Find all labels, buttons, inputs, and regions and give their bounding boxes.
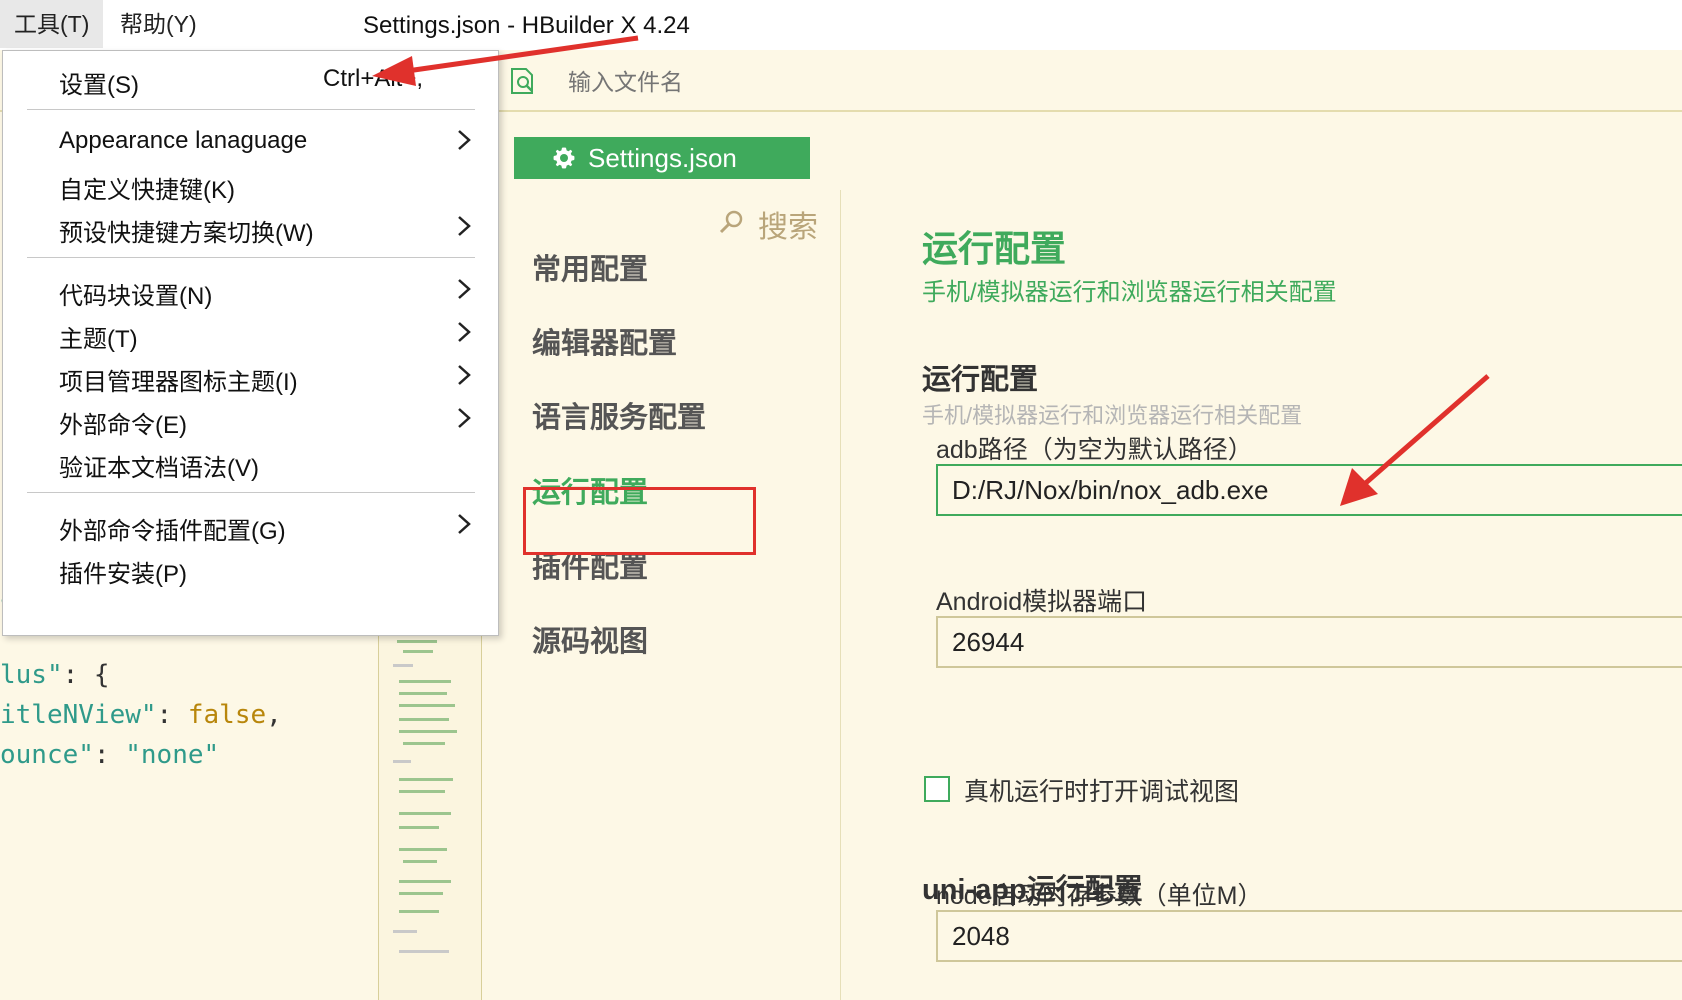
window-title: Settings.json - HBuilder X 4.24 xyxy=(363,12,690,39)
code-line: lus": { xyxy=(0,660,110,690)
menu-separator xyxy=(27,257,475,258)
nav-item-source-view[interactable]: 源码视图 xyxy=(532,618,648,660)
menu-item-settings-shortcut: Ctrl+Alt+, xyxy=(323,65,424,92)
debug-view-checkbox[interactable] xyxy=(924,776,950,802)
adb-path-label: adb路径（为空为默认路径） xyxy=(936,436,1253,464)
nav-item-language-service[interactable]: 语言服务配置 xyxy=(532,394,706,436)
chevron-right-icon xyxy=(458,365,471,385)
menu-separator xyxy=(27,492,475,493)
chevron-right-icon xyxy=(458,408,471,428)
node-memory-label: node启动内存参数（单位M） xyxy=(936,882,1263,910)
menu-item-snippet-settings[interactable]: 代码块设置(N) xyxy=(59,276,212,311)
chevron-right-icon xyxy=(458,130,471,150)
chevron-right-icon xyxy=(458,514,471,534)
code-line: itleNView": false, xyxy=(0,700,282,730)
menu-item-external-plugin-config[interactable]: 外部命令插件配置(G) xyxy=(59,511,286,546)
gear-icon xyxy=(553,147,575,169)
tab-settings-json[interactable]: Settings.json xyxy=(514,137,810,179)
menu-item-validate-syntax[interactable]: 验证本文档语法(V) xyxy=(59,448,259,483)
section-subtitle: 手机/模拟器运行和浏览器运行相关配置 xyxy=(922,279,1337,306)
file-search-icon[interactable] xyxy=(508,66,538,96)
chevron-right-icon xyxy=(458,279,471,299)
menu-item-shortcut-scheme[interactable]: 预设快捷键方案切换(W) xyxy=(59,213,314,248)
tab-label: Settings.json xyxy=(588,143,737,173)
settings-content: 运行配置 手机/模拟器运行和浏览器运行相关配置 运行配置 手机/模拟器运行和浏览… xyxy=(840,190,1682,1000)
menu-item-settings[interactable]: 设置(S) xyxy=(59,65,139,100)
menu-item-custom-shortcuts[interactable]: 自定义快捷键(K) xyxy=(59,170,235,205)
minimap[interactable] xyxy=(378,600,482,1000)
menu-item-theme[interactable]: 主题(T) xyxy=(59,319,138,354)
menu-help[interactable]: 帮助(Y) xyxy=(106,0,211,48)
debug-view-checkbox-label[interactable]: 真机运行时打开调试视图 xyxy=(964,772,1239,808)
group-subtitle: 手机/模拟器运行和浏览器运行相关配置 xyxy=(922,403,1303,428)
menu-item-appearance-language[interactable]: Appearance lanaguage xyxy=(59,127,307,155)
menu-tools[interactable]: 工具(T) xyxy=(0,0,104,48)
menubar: 工具(T) 帮助(Y) Settings.json - HBuilder X 4… xyxy=(0,0,1682,50)
group-title: 运行配置 xyxy=(922,364,1039,396)
menu-item-plugin-install[interactable]: 插件安装(P) xyxy=(59,554,187,589)
emulator-port-input[interactable] xyxy=(936,616,1682,668)
chevron-right-icon xyxy=(458,322,471,342)
chevron-right-icon xyxy=(458,216,471,236)
settings-nav: 搜索 常用配置 编辑器配置 语言服务配置 运行配置 插件配置 源码视图 xyxy=(480,190,841,1000)
node-memory-input[interactable] xyxy=(936,910,1682,962)
annotation-highlight-box xyxy=(523,487,756,555)
menu-item-external-commands[interactable]: 外部命令(E) xyxy=(59,405,187,440)
search-icon[interactable] xyxy=(718,208,746,236)
nav-item-common[interactable]: 常用配置 xyxy=(532,246,648,288)
file-search-input[interactable] xyxy=(566,68,970,97)
menu-separator xyxy=(27,109,475,110)
tools-dropdown-menu: 设置(S) Ctrl+Alt+, Appearance lanaguage 自定… xyxy=(2,50,499,636)
menu-item-project-icon-theme[interactable]: 项目管理器图标主题(I) xyxy=(59,362,298,397)
adb-path-input[interactable] xyxy=(936,464,1682,516)
nav-search-label[interactable]: 搜索 xyxy=(758,202,818,246)
emulator-port-label: Android模拟器端口 xyxy=(936,588,1148,616)
section-title: 运行配置 xyxy=(922,228,1067,269)
nav-item-editor[interactable]: 编辑器配置 xyxy=(532,320,677,362)
code-line: ounce": "none" xyxy=(0,740,220,770)
